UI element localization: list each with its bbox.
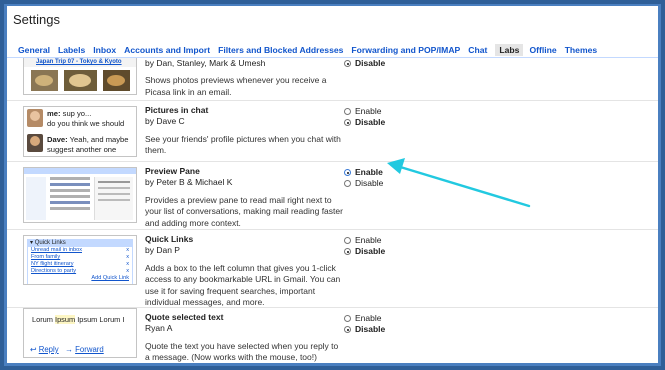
quote-selected-options: Enable Disable [344, 313, 385, 335]
preview-pane-thumbnail [23, 167, 137, 223]
remove-link-icon[interactable]: x [126, 247, 129, 254]
preview-pane-options: Enable Disable [344, 167, 383, 189]
radio-empty-icon [344, 315, 351, 323]
quick-links-options: Enable Disable [344, 235, 385, 257]
preview-pane-disable-radio[interactable]: Disable [344, 178, 383, 189]
reply-link[interactable]: Reply [39, 345, 59, 354]
radio-selected-icon [344, 248, 351, 256]
tab-labels[interactable]: Labels [58, 45, 85, 55]
preview-pane-enable-radio[interactable]: Enable [344, 167, 383, 178]
lab-row-picasa: Japan Trip 07 - Tokyo & Kyoto by Dan, St… [7, 58, 658, 101]
tab-themes[interactable]: Themes [565, 45, 597, 55]
add-quick-link[interactable]: Add Quick Link [31, 275, 132, 282]
quote-selected-thumbnail: Lorum Ipsum Ipsum Lorum I ↩ Reply → Forw… [23, 308, 137, 358]
collapse-triangle-icon: ▾ [30, 240, 34, 246]
radio-selected-icon [344, 326, 351, 334]
feature-blurb: Adds a box to the left column that gives… [145, 262, 341, 308]
photo-thumb [31, 70, 58, 91]
quick-link[interactable]: Directions to party [31, 268, 132, 275]
quick-links-disable-radio[interactable]: Disable [344, 246, 385, 257]
radio-selected-icon [344, 119, 351, 127]
picasa-author: by Dan, Stanley, Mark & Umesh [145, 58, 266, 68]
quick-links-enable-radio[interactable]: Enable [344, 235, 385, 246]
radio-selected-icon [344, 169, 351, 177]
quick-links-description: Quick Links by Dan P Adds a box to the l… [145, 234, 345, 308]
quote-selected-description: Quote selected text Ryan A Quote the tex… [145, 312, 345, 363]
remove-link-icon[interactable]: x [126, 268, 129, 275]
picasa-thumbnail: Japan Trip 07 - Tokyo & Kyoto [23, 58, 137, 95]
picasa-blurb: Shows photos previews whenever you recei… [145, 75, 327, 97]
remove-link-icon[interactable]: x [126, 261, 129, 268]
feature-author: Ryan A [145, 323, 173, 334]
quick-link[interactable]: NY flight itinerary [31, 261, 132, 268]
radio-empty-icon [344, 237, 351, 245]
tab-forwarding[interactable]: Forwarding and POP/IMAP [351, 45, 460, 55]
lab-row-pictures-in-chat: me: sup yo... do you think we should Dav… [7, 101, 658, 162]
tab-offline[interactable]: Offline [529, 45, 556, 55]
preview-pane-description: Preview Pane by Peter B & Michael K Prov… [145, 166, 345, 229]
tab-general[interactable]: General [18, 45, 50, 55]
tab-chat[interactable]: Chat [468, 45, 487, 55]
feature-author: by Peter B & Michael K [145, 177, 233, 188]
pictures-in-chat-description: Pictures in chat by Dave C See your frie… [145, 105, 345, 157]
quick-link[interactable]: From family [31, 254, 132, 261]
radio-empty-icon [344, 180, 351, 188]
feature-name: Quote selected text [145, 312, 224, 322]
pictures-in-chat-disable-radio[interactable]: Disable [344, 117, 385, 128]
settings-panel: Settings General Labels Inbox Accounts a… [7, 6, 658, 363]
radio-empty-icon [344, 108, 351, 116]
lab-row-quote-selected: Lorum Ipsum Ipsum Lorum I ↩ Reply → Forw… [7, 308, 658, 363]
feature-blurb: Quote the text you have selected when yo… [145, 340, 339, 363]
feature-blurb: Provides a preview pane to read mail rig… [145, 194, 343, 228]
tab-inbox[interactable]: Inbox [93, 45, 116, 55]
picasa-disable-radio[interactable]: Disable [344, 58, 385, 69]
lab-row-preview-pane: Preview Pane by Peter B & Michael K Prov… [7, 162, 658, 230]
photo-thumb [103, 70, 130, 91]
feature-blurb: See your friends' profile pictures when … [145, 133, 341, 156]
quote-selected-enable-radio[interactable]: Enable [344, 313, 385, 324]
tab-labs[interactable]: Labs [495, 44, 524, 56]
forward-link[interactable]: Forward [75, 345, 104, 354]
picasa-album-link[interactable]: Japan Trip 07 - Tokyo & Kyoto [36, 58, 122, 67]
picasa-options: Disable [344, 58, 385, 69]
radio-selected-icon [344, 60, 351, 68]
feature-name: Pictures in chat [145, 105, 209, 115]
tab-filters[interactable]: Filters and Blocked Addresses [218, 45, 343, 55]
forward-arrow-icon: → [65, 345, 73, 354]
remove-link-icon[interactable]: x [126, 254, 129, 261]
feature-author: by Dan P [145, 245, 180, 256]
page-title: Settings [13, 12, 60, 27]
feature-author: by Dave C [145, 116, 185, 127]
photo-thumb [64, 70, 97, 91]
lab-row-quick-links: ▾ Quick Links Unread mail in inbox From … [7, 230, 658, 308]
reply-arrow-icon: ↩ [30, 345, 37, 354]
avatar [27, 134, 43, 152]
settings-tabs: General Labels Inbox Accounts and Import… [18, 43, 605, 57]
pictures-in-chat-options: Enable Disable [344, 106, 385, 128]
pictures-in-chat-thumbnail: me: sup yo... do you think we should Dav… [23, 106, 137, 157]
feature-name: Quick Links [145, 234, 194, 244]
picasa-description: by Dan, Stanley, Mark & Umesh Shows phot… [145, 58, 345, 98]
feature-name: Preview Pane [145, 166, 200, 176]
quick-links-thumbnail: ▾ Quick Links Unread mail in inbox From … [23, 235, 137, 285]
pictures-in-chat-enable-radio[interactable]: Enable [344, 106, 385, 117]
avatar [27, 109, 43, 127]
quick-link[interactable]: Unread mail in inbox [31, 247, 132, 254]
tab-accounts-and-import[interactable]: Accounts and Import [124, 45, 210, 55]
quote-selected-disable-radio[interactable]: Disable [344, 324, 385, 335]
